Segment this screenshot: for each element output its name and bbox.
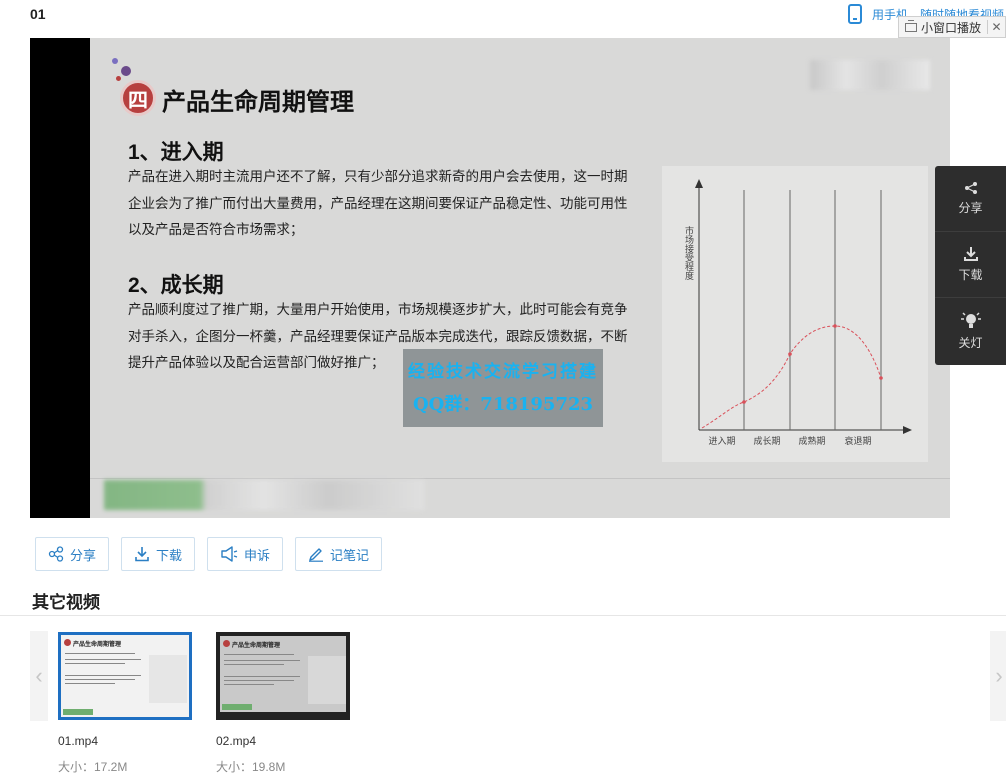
side-lights-button[interactable]: 关灯 [935, 298, 1006, 364]
blurred-footer [104, 480, 424, 510]
stage-label: 进入期 [708, 436, 735, 447]
share-icon [964, 182, 977, 194]
video-name[interactable]: 01.mp4 [58, 734, 98, 748]
watermark-box: 经验技术交流学习搭建 QQ群：718195723 [403, 349, 603, 427]
share-icon [48, 546, 64, 562]
video-name[interactable]: 02.mp4 [216, 734, 256, 748]
stage-label: 衰退期 [844, 435, 871, 447]
section1-text: 产品在进入期时主流用户还不了解，只有少部分追求新奇的用户会去使用，这一时期 企业… [128, 164, 628, 244]
y-axis-label: 市场接受程度 [683, 225, 694, 281]
close-icon[interactable]: ✕ [987, 20, 1005, 34]
pencil-icon [309, 548, 324, 562]
video-player[interactable]: 四 产品生命周期管理 1、进入期 产品在进入期时主流用户还不了解，只有少部分追求… [30, 38, 950, 518]
section1-line: 企业会为了推广而付出大量费用，产品经理在这期间要保证产品稳定性、功能可用性 [128, 195, 628, 211]
section2-line: 产品顺利度过了推广期，大量用户开始使用，市场规模逐步扩大，此时可能会有竞争 [128, 302, 628, 317]
curve-point [788, 352, 792, 356]
tv-icon [905, 19, 917, 32]
slide-title: 产品生命周期管理 [162, 89, 354, 116]
stage-label: 成长期 [753, 435, 780, 447]
video-thumbnail-02[interactable]: 产品生命周期管理 [216, 632, 350, 720]
side-download-label: 下载 [958, 268, 983, 282]
download-button[interactable]: 下载 [121, 537, 196, 571]
blurred-logo [810, 60, 930, 90]
thumbnail-title: 产品生命周期管理 [232, 643, 281, 649]
lifecycle-chart-svg: 进入期 成长期 成熟期 衰退期 市场接受程度 [683, 179, 912, 447]
watermark-line1: 经验技术交流学习搭建 [408, 362, 598, 382]
section2-line: 对手杀入，企图分一杯羹，产品经理要保证产品版本完成迭代，跟踪反馈数据，不断 [128, 328, 628, 344]
watermark-line2: QQ群：718195723 [412, 394, 594, 415]
y-axis-arrow [695, 179, 703, 188]
video-thumbnail-01[interactable]: 产品生命周期管理 [58, 632, 192, 720]
section2-heading: 2、成长期 [128, 274, 224, 297]
other-videos-heading: 其它视频 [32, 593, 100, 612]
curve-point [833, 324, 837, 328]
lifecycle-chart: 进入期 成长期 成熟期 衰退期 市场接受程度 [662, 166, 928, 462]
section1-line: 以及产品是否符合市场需求； [128, 222, 304, 237]
thumbnail-preview: 产品生命周期管理 [220, 636, 346, 712]
video-size: 大小：17.2M [58, 760, 128, 774]
share-button[interactable]: 分享 [35, 537, 110, 571]
section1-line: 产品在进入期时主流用户还不了解，只有少部分追求新奇的用户会去使用，这一时期 [128, 169, 628, 184]
section-divider [0, 615, 1006, 616]
side-share-button[interactable]: 分享 [935, 166, 1006, 232]
side-download-button[interactable]: 下载 [935, 232, 1006, 298]
mini-player-label: 小窗口播放 [921, 20, 982, 35]
take-notes-button-label: 记笔记 [330, 547, 370, 563]
download-icon [135, 547, 149, 562]
download-button-label: 下载 [156, 547, 183, 563]
player-side-panel: 分享 下载 关灯 [935, 166, 1006, 365]
carousel-next-button[interactable]: › [990, 631, 1006, 721]
share-button-label: 分享 [70, 547, 97, 563]
curve-point [742, 400, 746, 404]
x-axis-arrow [903, 426, 912, 434]
phone-icon [848, 4, 862, 24]
page-title: 01 [30, 6, 46, 22]
appeal-button[interactable]: 申诉 [207, 537, 284, 571]
download-icon [963, 247, 978, 261]
mini-player-toggle[interactable]: 小窗口播放 ✕ [898, 16, 1006, 38]
stage-label: 成熟期 [798, 435, 825, 447]
section1-heading: 1、进入期 [128, 141, 224, 164]
megaphone-icon [221, 546, 238, 562]
lifecycle-curve [701, 325, 882, 429]
carousel-prev-button[interactable]: ‹ [30, 631, 48, 721]
slide-frame: 四 产品生命周期管理 1、进入期 产品在进入期时主流用户还不了解，只有少部分追求… [90, 38, 950, 518]
side-lights-label: 关灯 [958, 335, 983, 350]
take-notes-button[interactable]: 记笔记 [295, 537, 383, 571]
appeal-button-label: 申诉 [244, 547, 271, 563]
video-size: 大小：19.8M [216, 760, 286, 774]
slide-footer-line [90, 478, 950, 479]
video-actions: 分享 下载 申诉 记笔记 [35, 537, 383, 571]
lightbulb-icon [960, 311, 981, 328]
curve-point [879, 376, 883, 380]
thumbnail-preview: 产品生命周期管理 [61, 635, 189, 717]
side-share-label: 分享 [958, 201, 983, 215]
thumbnail-title: 产品生命周期管理 [73, 642, 122, 648]
section-badge: 四 [120, 80, 156, 116]
